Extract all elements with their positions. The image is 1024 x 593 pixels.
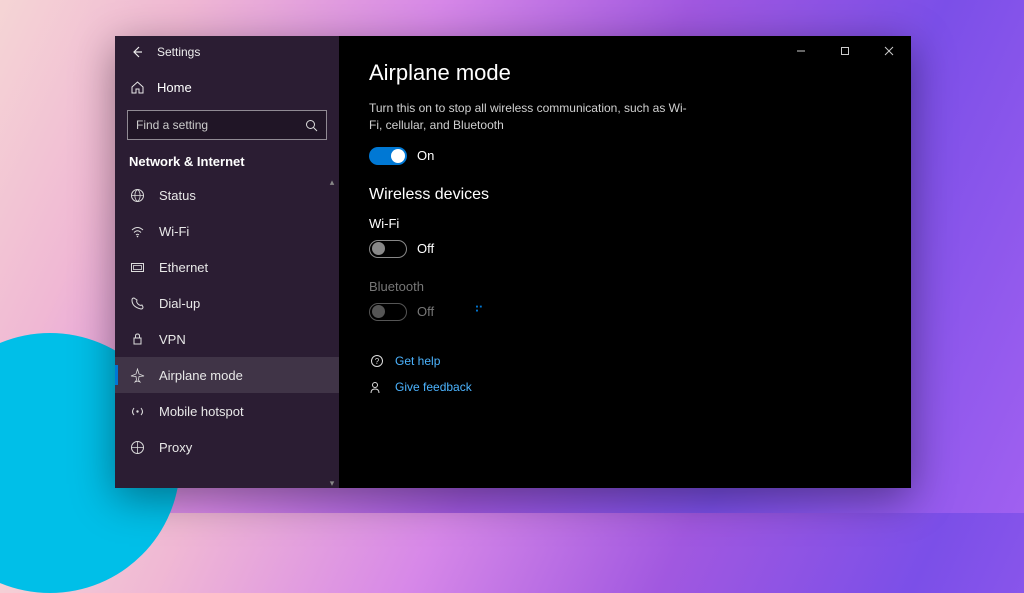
wifi-device-label: Wi-Fi <box>369 216 881 231</box>
arrow-left-icon <box>130 45 144 59</box>
bluetooth-toggle-state: Off <box>417 304 434 319</box>
window-controls <box>779 36 911 66</box>
maximize-button[interactable] <box>823 36 867 66</box>
page-description: Turn this on to stop all wireless commun… <box>369 100 699 134</box>
content-area: Airplane mode Turn this on to stop all w… <box>339 36 911 424</box>
nav-label: Dial-up <box>159 296 200 311</box>
close-button[interactable] <box>867 36 911 66</box>
sidebar-item-proxy[interactable]: Proxy <box>115 429 339 465</box>
sidebar-item-vpn[interactable]: VPN <box>115 321 339 357</box>
minimize-icon <box>796 46 806 56</box>
sidebar-item-ethernet[interactable]: Ethernet <box>115 249 339 285</box>
wireless-devices-heading: Wireless devices <box>369 186 881 204</box>
main-content: Airplane mode Turn this on to stop all w… <box>339 36 911 488</box>
phone-icon <box>129 296 145 311</box>
airplane-toggle[interactable] <box>369 147 407 165</box>
wifi-icon <box>129 224 145 239</box>
nav-scroll-area: ▴ ▾ Status Wi-Fi Ethernet Dial- <box>115 177 339 488</box>
maximize-icon <box>840 46 850 56</box>
sidebar-item-status[interactable]: Status <box>115 177 339 213</box>
svg-text:?: ? <box>375 357 380 366</box>
sidebar-item-wifi[interactable]: Wi-Fi <box>115 213 339 249</box>
nav-label: Mobile hotspot <box>159 404 244 419</box>
feedback-icon <box>369 380 385 394</box>
nav-label: Airplane mode <box>159 368 243 383</box>
back-button[interactable] <box>123 38 151 66</box>
vpn-icon <box>129 332 145 347</box>
bluetooth-device-label: Bluetooth <box>369 279 881 294</box>
nav-label: Ethernet <box>159 260 208 275</box>
hotspot-icon <box>129 404 145 419</box>
nav-label: Status <box>159 188 196 203</box>
airplane-toggle-state: On <box>417 148 434 163</box>
app-title: Settings <box>157 45 200 59</box>
bluetooth-toggle-row: Off ⠋ <box>369 300 881 324</box>
sidebar-item-home[interactable]: Home <box>115 68 339 106</box>
section-label: Network & Internet <box>115 150 339 177</box>
nav-label: Wi-Fi <box>159 224 189 239</box>
wifi-toggle-row: Off <box>369 237 881 261</box>
titlebar: Settings <box>115 36 339 68</box>
give-feedback-link[interactable]: Give feedback <box>395 380 472 394</box>
loading-spinner-icon: ⠋ <box>474 304 486 320</box>
search-input[interactable] <box>136 118 305 132</box>
get-help-row: ? Get help <box>369 348 881 374</box>
sidebar-item-airplane[interactable]: Airplane mode <box>115 357 339 393</box>
scroll-down-icon[interactable]: ▾ <box>327 478 337 488</box>
search-icon <box>305 119 318 132</box>
airplane-icon <box>129 368 145 383</box>
help-icon: ? <box>369 354 385 368</box>
settings-window: Settings Home Network & Internet ▴ ▾ Sta <box>115 36 911 488</box>
home-icon <box>129 80 145 95</box>
sidebar-item-hotspot[interactable]: Mobile hotspot <box>115 393 339 429</box>
ethernet-icon <box>129 260 145 275</box>
wifi-toggle[interactable] <box>369 240 407 258</box>
proxy-icon <box>129 440 145 455</box>
minimize-button[interactable] <box>779 36 823 66</box>
give-feedback-row: Give feedback <box>369 374 881 400</box>
get-help-link[interactable]: Get help <box>395 354 440 368</box>
search-box[interactable] <box>127 110 327 140</box>
bluetooth-toggle <box>369 303 407 321</box>
close-icon <box>884 46 894 56</box>
home-label: Home <box>157 80 192 95</box>
sidebar-item-dialup[interactable]: Dial-up <box>115 285 339 321</box>
airplane-toggle-row: On <box>369 144 881 168</box>
nav-list: Status Wi-Fi Ethernet Dial-up VPN <box>115 177 339 465</box>
globe-icon <box>129 188 145 203</box>
wifi-toggle-state: Off <box>417 241 434 256</box>
nav-label: VPN <box>159 332 186 347</box>
related-links: ? Get help Give feedback <box>369 348 881 400</box>
sidebar: Settings Home Network & Internet ▴ ▾ Sta <box>115 36 339 488</box>
nav-label: Proxy <box>159 440 192 455</box>
